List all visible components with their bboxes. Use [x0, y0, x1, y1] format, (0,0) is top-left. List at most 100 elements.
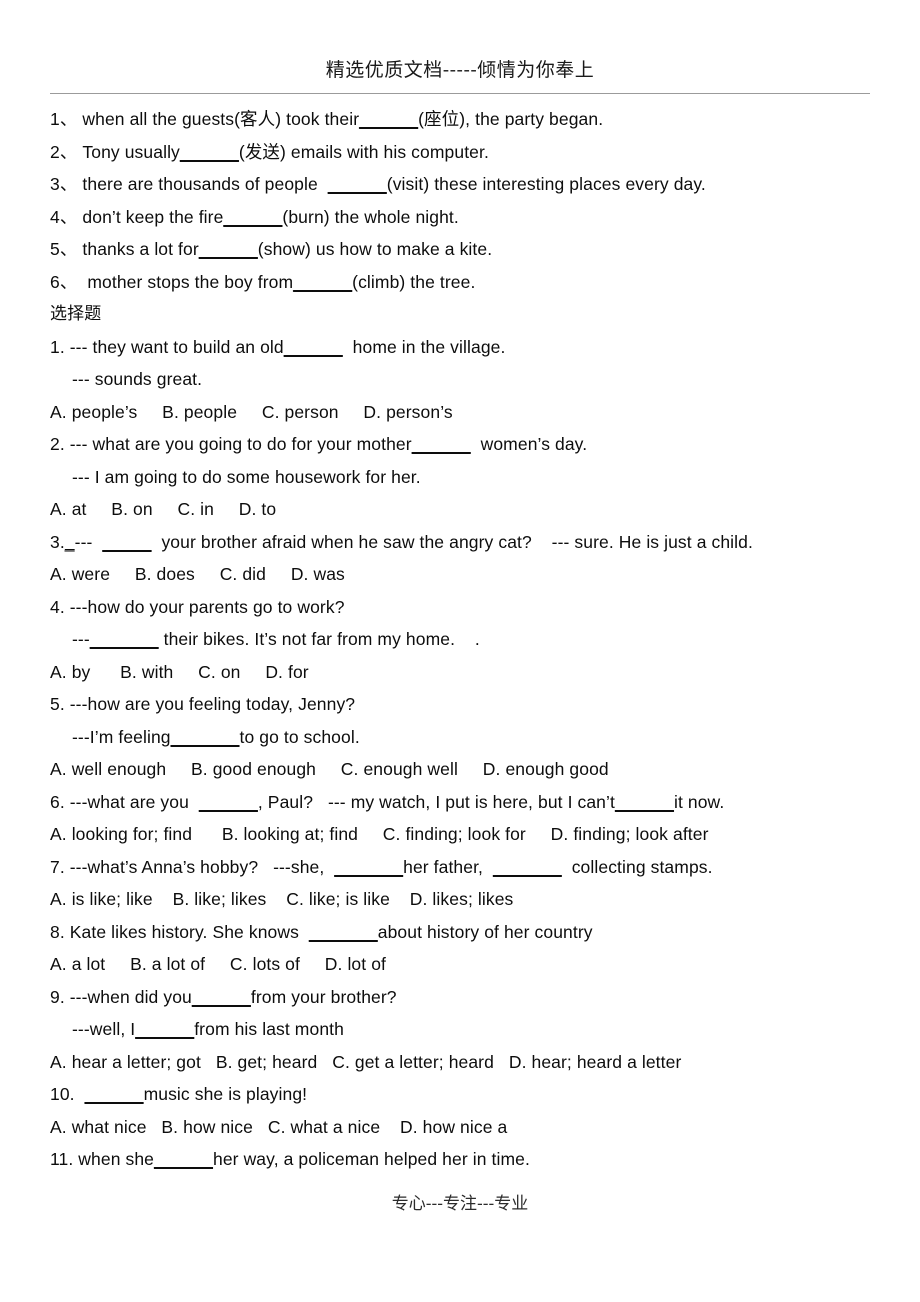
- fill-item-4: 4、 don’t keep the fire______(burn) the w…: [50, 201, 880, 234]
- fill-item-5-number: 5、: [50, 239, 78, 259]
- question-1-stem-pre: 1. --- they want to build an old: [50, 336, 284, 357]
- question-8-blank: _______: [308, 921, 378, 942]
- question-4-options: A. by B. with C. on D. for: [50, 661, 309, 682]
- question-1-blank: ______: [283, 336, 343, 357]
- choice-section-heading: 选择题: [50, 304, 102, 324]
- fill-item-4-number: 4、: [50, 206, 78, 227]
- fill-item-3-blank: ______: [327, 174, 387, 194]
- fill-item-3: 3、 there are thousands of people ______(…: [50, 168, 880, 201]
- fill-item-2-post: (发送) emails with his computer.: [238, 141, 489, 162]
- question-6-options: A. looking for; find B. looking at; find…: [50, 824, 709, 844]
- question-10-stem-pre: 10.: [50, 1084, 85, 1104]
- question-4-reply-pre: ---: [72, 629, 90, 649]
- question-11-stem-pre: 11. when she: [50, 1149, 155, 1169]
- document-page: 精选优质文档-----倾情为你奉上 1、 when all the guests…: [0, 0, 920, 1302]
- question-1-options: A. people’s B. people C. person D. perso…: [50, 401, 453, 422]
- question-5-reply-pre: ---I’m feeling: [72, 726, 171, 747]
- question-9-options: A. hear a letter; got B. get; heard C. g…: [50, 1051, 682, 1072]
- question-9-reply-post: from his last month: [194, 1019, 344, 1039]
- question-2-stem: 2. --- what are you going to do for your…: [50, 428, 880, 461]
- fill-item-5-post: (show) us how to make a kite.: [257, 239, 493, 259]
- question-7-stem: 7. ---what’s Anna’s hobby? ---she, _____…: [50, 851, 880, 884]
- fill-item-1-number: 1、: [50, 109, 78, 129]
- fill-item-3-number: 3、: [50, 174, 78, 194]
- question-3-number: 3.: [50, 531, 65, 552]
- fill-item-4-pre: don’t keep the fire: [77, 206, 224, 227]
- question-2-stem-pre: 2. --- what are you going to do for your…: [50, 434, 412, 454]
- question-3-options: A. were B. does C. did D. was: [50, 564, 345, 584]
- question-7-stem-pre: 7. ---what’s Anna’s hobby? ---she,: [50, 856, 335, 877]
- fill-item-6-number: 6、: [50, 271, 78, 292]
- question-10-blank: ______: [84, 1084, 144, 1104]
- question-11-stem: 11. when she______her way, a policeman h…: [50, 1143, 880, 1176]
- question-2-options: A. at B. on C. in D. to: [50, 499, 277, 519]
- question-5-options: A. well enough B. good enough C. enough …: [50, 759, 609, 779]
- question-9-blank-1: ______: [191, 986, 251, 1007]
- question-7-blank-1: _______: [334, 856, 404, 877]
- fill-item-2-blank: ______: [179, 141, 239, 162]
- fill-item-2-number: 2、: [50, 141, 78, 162]
- question-1-stem-post: home in the village.: [342, 336, 506, 357]
- question-11-stem-post: her way, a policeman helped her in time.: [213, 1149, 530, 1169]
- fill-item-6-blank: ______: [293, 271, 353, 292]
- fill-item-4-blank: ______: [223, 206, 283, 227]
- question-2-blank: ______: [411, 434, 471, 454]
- fill-item-6: 6、 mother stops the boy from______(climb…: [50, 266, 880, 299]
- question-5-blank: _______: [170, 726, 240, 747]
- question-11-blank: ______: [154, 1149, 214, 1169]
- question-10-stem: 10. ______music she is playing!: [50, 1078, 880, 1111]
- question-9-stem: 9. ---when did you______from your brothe…: [50, 981, 880, 1014]
- header-divider: [50, 93, 870, 94]
- fill-item-5: 5、 thanks a lot for______(show) us how t…: [50, 233, 880, 266]
- fill-item-3-post: (visit) these interesting places every d…: [386, 174, 706, 194]
- question-4-reply-post: their bikes. It’s not far from my home. …: [158, 629, 480, 649]
- fill-item-1-blank: ______: [359, 109, 419, 129]
- question-7-stem-mid: her father,: [403, 856, 493, 877]
- question-3-tiny-blank: _: [64, 531, 75, 552]
- question-4-stem: 4. ---how do your parents go to work?: [50, 596, 345, 617]
- question-8-options: A. a lot B. a lot of C. lots of D. lot o…: [50, 954, 386, 974]
- page-header: 精选优质文档-----倾情为你奉上: [0, 58, 920, 82]
- fill-item-6-post: (climb) the tree.: [352, 271, 476, 292]
- question-6-stem-mid: , Paul? --- my watch, I put is here, but…: [257, 791, 615, 812]
- fill-item-1-pre: when all the guests(客人) took their: [77, 109, 360, 129]
- fill-item-1: 1、 when all the guests(客人) took their___…: [50, 103, 880, 136]
- question-2-reply: --- I am going to do some housework for …: [72, 466, 421, 487]
- question-8-stem-post: about history of her country: [377, 921, 593, 942]
- question-1-reply: --- sounds great.: [72, 369, 203, 389]
- question-5-reply: ---I’m feeling_______to go to school.: [50, 721, 880, 754]
- page-footer: 专心---专注---专业: [0, 1192, 920, 1216]
- question-3-blank: _____: [102, 531, 152, 552]
- question-10-options: A. what nice B. how nice C. what a nice …: [50, 1116, 508, 1137]
- footer-slogan: 专心---专注---专业: [391, 1194, 529, 1214]
- document-body: 1、 when all the guests(客人) took their___…: [50, 103, 880, 1176]
- question-6-stem: 6. ---what are you ______, Paul? --- my …: [50, 786, 880, 819]
- question-6-stem-post: it now.: [673, 791, 725, 812]
- fill-item-4-post: (burn) the whole night.: [282, 206, 459, 227]
- fill-item-3-pre: there are thousands of people: [77, 174, 328, 194]
- fill-item-6-pre: mother stops the boy from: [77, 271, 294, 292]
- question-5-reply-post: to go to school.: [239, 726, 360, 747]
- question-7-stem-post: collecting stamps.: [561, 856, 713, 877]
- fill-item-5-blank: ______: [198, 239, 258, 259]
- question-1-stem: 1. --- they want to build an old______ h…: [50, 331, 880, 364]
- fill-item-1-post: (座位), the party began.: [418, 109, 604, 129]
- question-6-blank-1: ______: [198, 791, 258, 812]
- question-9-blank-2: ______: [135, 1019, 195, 1039]
- fill-item-2-pre: Tony usually: [77, 141, 180, 162]
- question-6-blank-2: ______: [614, 791, 674, 812]
- question-6-stem-pre: 6. ---what are you: [50, 791, 199, 812]
- fill-item-2: 2、 Tony usually______(发送) emails with hi…: [50, 136, 880, 169]
- question-3-stem-pre: ---: [74, 531, 103, 552]
- question-3-stem: 3._--- _____ your brother afraid when he…: [50, 526, 880, 559]
- question-9-stem-post: from your brother?: [250, 986, 397, 1007]
- question-9-reply: ---well, I______from his last month: [50, 1013, 880, 1046]
- question-3-stem-post: your brother afraid when he saw the angr…: [151, 531, 753, 552]
- question-4-blank: _______: [89, 629, 159, 649]
- question-7-blank-2: _______: [492, 856, 562, 877]
- question-9-reply-pre: ---well, I: [72, 1019, 136, 1039]
- question-2-stem-post: women’s day.: [470, 434, 588, 454]
- question-8-stem-pre: 8. Kate likes history. She knows: [50, 921, 309, 942]
- header-title: 精选优质文档-----倾情为你奉上: [325, 59, 595, 81]
- question-10-stem-post: music she is playing!: [143, 1084, 308, 1104]
